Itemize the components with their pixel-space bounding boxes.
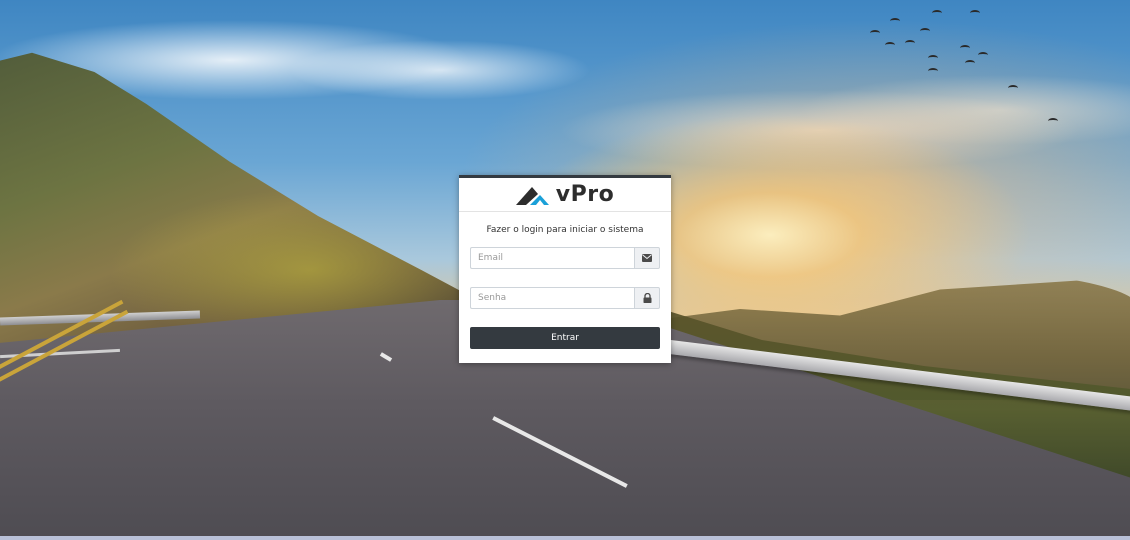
birds	[860, 0, 1080, 140]
brand-name: vPro	[555, 181, 615, 207]
logo-mark-icon	[515, 186, 549, 205]
email-field[interactable]	[470, 247, 634, 269]
submit-button[interactable]: Entrar	[470, 327, 660, 349]
envelope-icon	[642, 254, 652, 262]
email-input-group	[470, 247, 660, 269]
lock-icon	[643, 293, 651, 303]
page-bottom-border	[0, 536, 1130, 540]
password-addon	[634, 287, 660, 309]
password-input-group	[470, 287, 660, 309]
email-addon	[634, 247, 660, 269]
login-message: Fazer o login para iniciar o sistema	[486, 225, 644, 235]
login-box: vPro Fazer o login para iniciar o sistem…	[459, 175, 671, 363]
logo: vPro	[459, 178, 671, 212]
password-field[interactable]	[470, 287, 634, 309]
